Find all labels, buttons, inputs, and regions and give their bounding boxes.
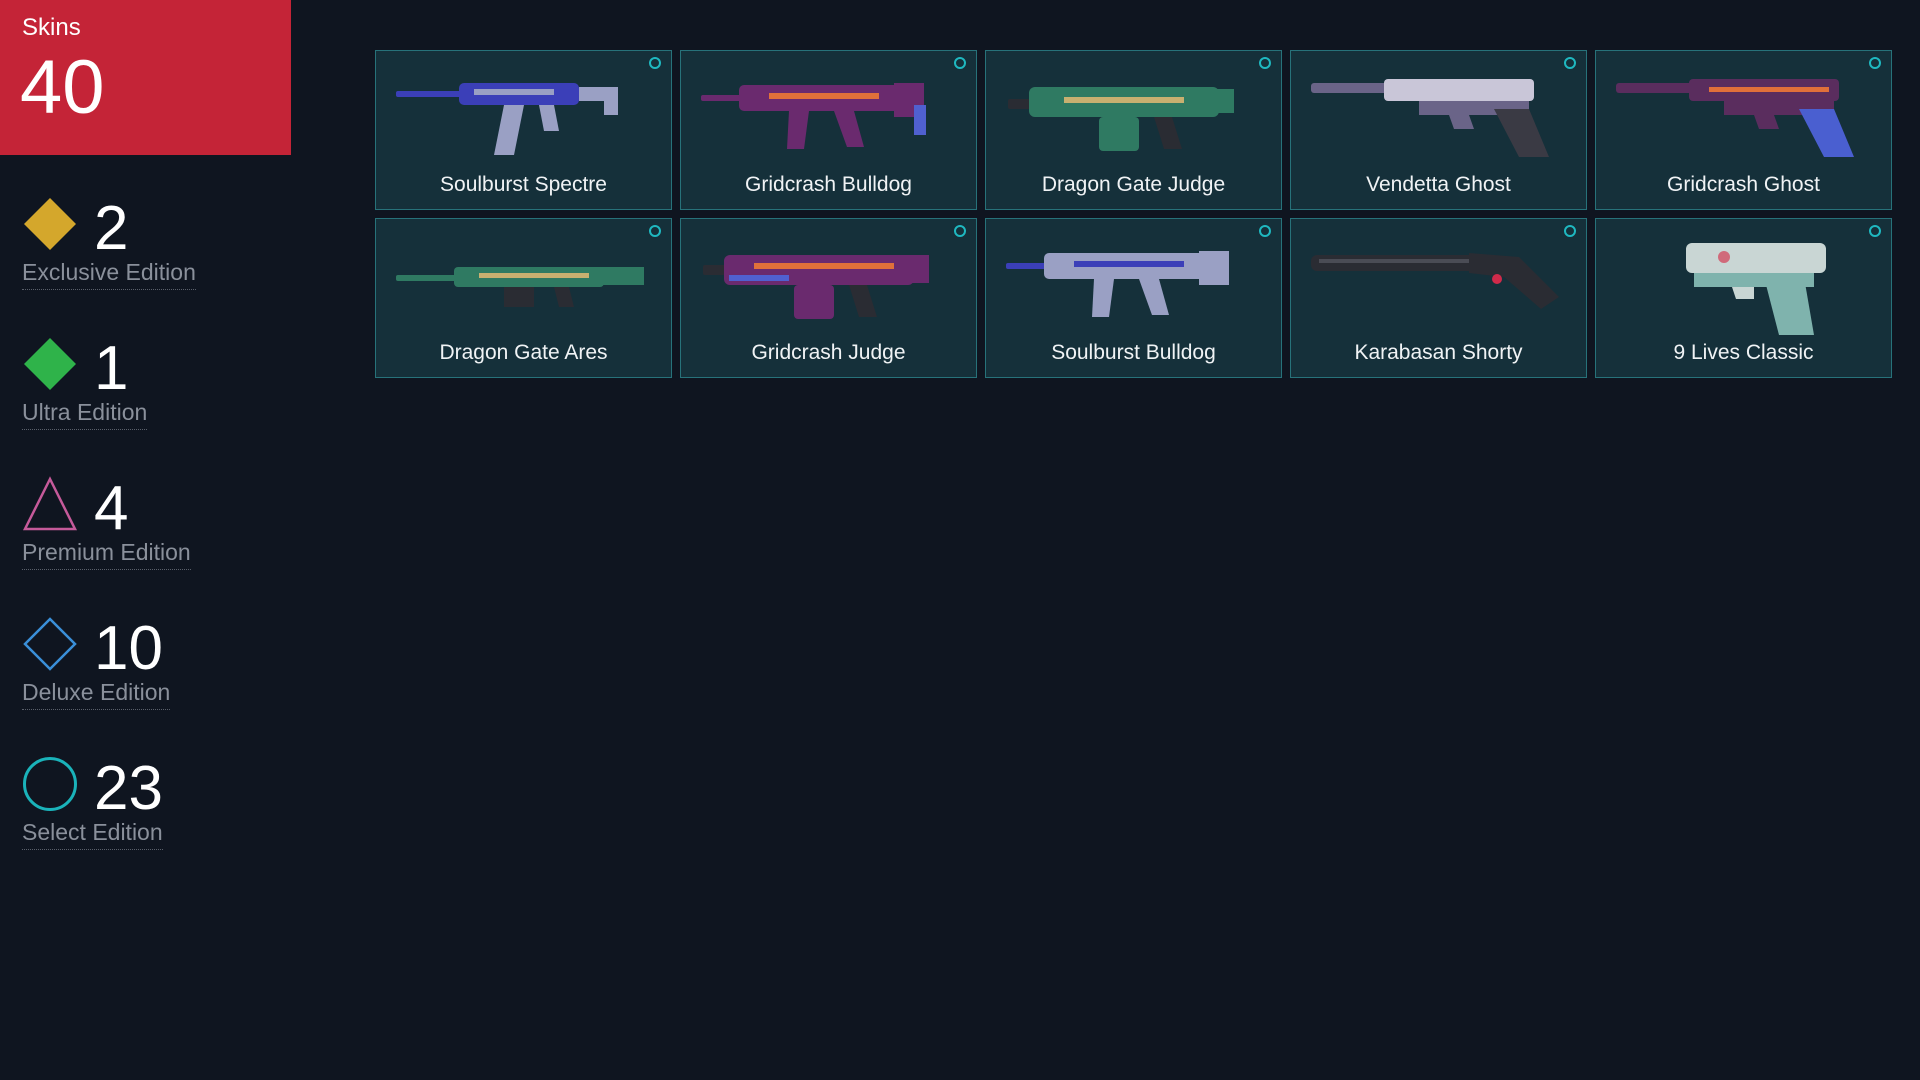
circle-outline-teal-icon — [22, 756, 78, 812]
skin-name: Gridcrash Judge — [751, 341, 906, 364]
diamond-filled-gold-icon — [22, 196, 78, 252]
tier-deluxe-count: 10 — [94, 614, 163, 683]
tier-exclusive[interactable]: 2 Exclusive Edition — [22, 196, 282, 306]
tier-deluxe-name: Deluxe Edition — [22, 679, 171, 710]
circle-outline-teal-icon — [954, 57, 966, 69]
circle-outline-teal-icon — [1259, 57, 1271, 69]
diamond-filled-green-icon — [22, 336, 78, 392]
tier-ultra[interactable]: 1 Ultra Edition — [22, 336, 282, 446]
tier-exclusive-count: 2 — [94, 194, 129, 263]
skin-card[interactable]: Gridcrash Ghost — [1595, 50, 1892, 210]
skin-name: Gridcrash Bulldog — [745, 173, 912, 196]
total-skins-count: 40 — [20, 45, 105, 130]
tier-select[interactable]: 23 Select Edition — [22, 756, 282, 866]
circle-outline-teal-icon — [1564, 225, 1576, 237]
skin-name: Dragon Gate Judge — [1041, 173, 1226, 196]
tier-premium-count: 4 — [94, 474, 129, 543]
rifle-icon — [699, 69, 959, 169]
skin-name: Gridcrash Ghost — [1667, 173, 1820, 196]
skins-grid: Soulburst Spectre Gridcrash Bulldog Drag… — [375, 50, 1892, 378]
pistol-icon — [1614, 237, 1874, 337]
tier-select-name: Select Edition — [22, 819, 163, 850]
circle-outline-teal-icon — [1259, 225, 1271, 237]
circle-outline-teal-icon — [954, 225, 966, 237]
tier-premium[interactable]: 4 Premium Edition — [22, 476, 282, 586]
circle-outline-teal-icon — [649, 57, 661, 69]
skin-card[interactable]: 9 Lives Classic — [1595, 218, 1892, 378]
skin-name: Vendetta Ghost — [1366, 173, 1511, 196]
circle-outline-teal-icon — [1869, 225, 1881, 237]
sawed-shotgun-icon — [1309, 237, 1569, 337]
tier-ultra-count: 1 — [94, 334, 129, 403]
skin-card[interactable]: Dragon Gate Judge — [985, 50, 1282, 210]
circle-outline-teal-icon — [1869, 57, 1881, 69]
skin-card[interactable]: Gridcrash Judge — [680, 218, 977, 378]
skin-card[interactable]: Karabasan Shorty — [1290, 218, 1587, 378]
sidebar: Skins 40 2 Exclusive Edition 1 Ultra Edi… — [0, 0, 291, 1080]
skin-name: 9 Lives Classic — [1673, 341, 1814, 364]
tier-ultra-name: Ultra Edition — [22, 399, 148, 430]
skin-card[interactable]: Soulburst Bulldog — [985, 218, 1282, 378]
skin-card[interactable]: Dragon Gate Ares — [375, 218, 672, 378]
shotgun-icon — [1004, 69, 1264, 169]
tier-exclusive-name: Exclusive Edition — [22, 259, 196, 290]
machinegun-icon — [394, 237, 654, 337]
circle-outline-teal-icon — [1564, 57, 1576, 69]
skin-name: Soulburst Spectre — [440, 173, 607, 196]
triangle-outline-pink-icon — [22, 476, 78, 532]
tier-select-count: 23 — [94, 754, 163, 823]
circle-outline-teal-icon — [649, 225, 661, 237]
rifle-icon — [1004, 237, 1264, 337]
smg-icon — [394, 69, 654, 169]
skin-name: Karabasan Shorty — [1354, 341, 1523, 364]
skin-card[interactable]: Soulburst Spectre — [375, 50, 672, 210]
skin-name: Soulburst Bulldog — [1051, 341, 1216, 364]
shotgun-icon — [699, 237, 959, 337]
skin-card[interactable]: Vendetta Ghost — [1290, 50, 1587, 210]
pistol-icon — [1309, 69, 1569, 169]
total-skins-card: Skins 40 — [0, 0, 291, 155]
diamond-outline-blue-icon — [22, 616, 78, 672]
total-skins-label: Skins — [22, 14, 81, 41]
tier-deluxe[interactable]: 10 Deluxe Edition — [22, 616, 282, 726]
pistol-icon — [1614, 69, 1874, 169]
tier-premium-name: Premium Edition — [22, 539, 191, 570]
skin-name: Dragon Gate Ares — [439, 341, 608, 364]
skin-card[interactable]: Gridcrash Bulldog — [680, 50, 977, 210]
